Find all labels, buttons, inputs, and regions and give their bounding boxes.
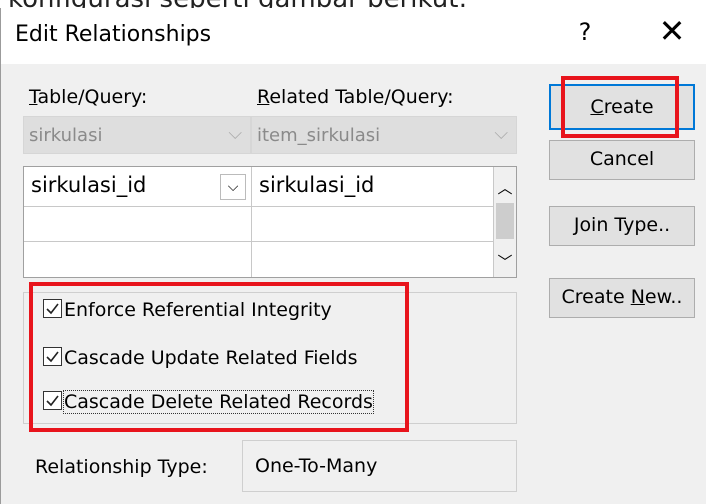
chevron-down-icon: ⌵ [228,123,242,144]
scroll-down-icon[interactable]: ﹀ [494,251,516,272]
table-query-value: sirkulasi [29,125,103,146]
create-new-label-rest: ew.. [644,286,683,308]
grid-cell-value: sirkulasi_id [31,173,147,197]
highlight-create-button [561,76,679,138]
grid-cell-left[interactable]: sirkulasi_id ⌵ [24,167,252,207]
create-new-button[interactable]: Create New.. [549,278,695,318]
close-button[interactable]: ✕ [654,12,690,50]
cancel-button[interactable]: Cancel [549,140,695,180]
edit-relationships-dialog: Edit Relationships ? ✕ Table/Query: Rela… [0,8,706,504]
grid-cell-left[interactable] [24,242,252,277]
title-bar: Edit Relationships ? ✕ [1,8,706,64]
relationship-type-label: Relationship Type: [35,456,208,478]
grid-cell-right[interactable] [252,242,494,277]
highlight-options-box [29,282,409,432]
table-query-combo[interactable]: sirkulasi ⌵ [23,116,251,154]
grid-cell-left[interactable] [24,207,252,242]
related-table-query-combo[interactable]: item_sirkulasi ⌵ [251,116,517,154]
scroll-thumb[interactable] [496,203,514,239]
help-button[interactable]: ? [573,18,597,46]
related-label-text: elated Table/Query: [269,86,454,108]
related-table-query-label: Related Table/Query: [257,86,454,108]
grid-cell-value: sirkulasi_id [259,173,375,197]
chevron-down-icon[interactable]: ⌵ [220,174,246,200]
table-query-label: Table/Query: [29,86,147,108]
scroll-up-icon[interactable]: ︿ [494,177,516,198]
create-new-accesskey: N [630,286,645,308]
create-new-label-start: Create [561,286,631,308]
chevron-down-icon: ⌵ [494,123,508,144]
grid-cell-right[interactable]: sirkulasi_id [252,167,494,207]
relationship-type-value-box: One-To-Many [242,440,517,492]
related-label-accesskey: R [257,86,270,108]
relationship-type-value: One-To-Many [255,455,378,477]
join-type-label-rest: oin Type.. [579,214,671,236]
grid-scrollbar[interactable]: ︿ ﹀ [494,167,516,277]
field-mapping-grid: sirkulasi_id ⌵ sirkulasi_id ︿ ﹀ [23,166,517,278]
table-query-label-text: able/Query: [37,86,148,108]
related-table-query-value: item_sirkulasi [257,125,381,146]
dialog-title: Edit Relationships [15,22,212,47]
join-type-button[interactable]: Join Type.. [549,206,695,246]
grid-cell-right[interactable] [252,207,494,242]
